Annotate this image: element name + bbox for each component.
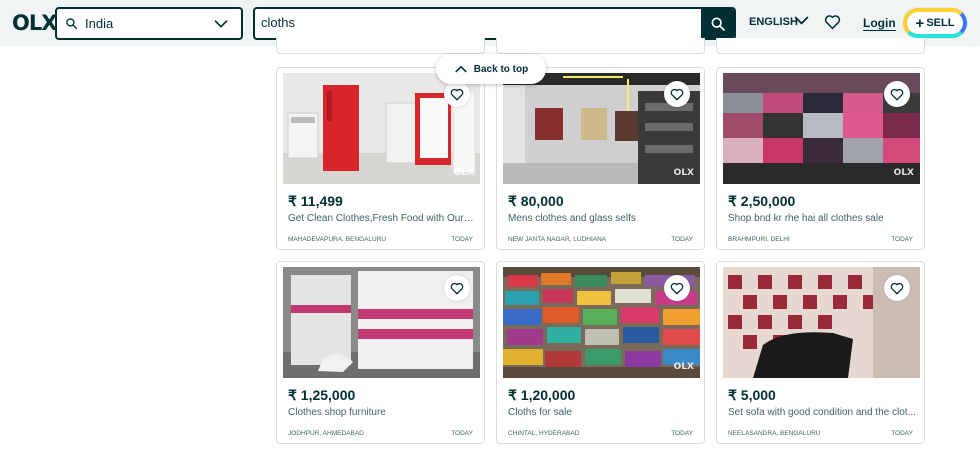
heart-icon <box>890 88 904 100</box>
listing-location: CHINTAL, HYDERABAD <box>508 430 580 437</box>
favorite-button[interactable] <box>884 275 910 301</box>
listing-date: TODAY <box>891 430 913 437</box>
location-selector[interactable]: India <box>55 7 243 40</box>
chevron-down-icon[interactable] <box>793 14 810 27</box>
chevron-up-icon <box>454 65 467 73</box>
favorite-button[interactable] <box>664 81 690 107</box>
language-selector[interactable]: ENGLISH <box>749 16 798 28</box>
favorite-button[interactable] <box>444 275 470 301</box>
favorite-button[interactable] <box>444 81 470 107</box>
heart-icon <box>670 88 684 100</box>
heart-icon[interactable] <box>824 14 841 30</box>
listing-date: TODAY <box>451 430 473 437</box>
search-input[interactable] <box>261 15 691 30</box>
search-icon <box>711 17 725 31</box>
listing-price: ₹ 5,000 <box>728 387 776 403</box>
listing-location: MAHADEVAPURA, BENGALURU <box>288 236 387 243</box>
listing-card[interactable]: OLX ₹ 11,499 Get Clean Clothes,Fresh Foo… <box>276 67 485 250</box>
back-to-top-label: Back to top <box>473 63 529 75</box>
previous-listing-card[interactable] <box>716 38 925 54</box>
login-link[interactable]: Login <box>863 16 896 30</box>
heart-icon <box>890 282 904 294</box>
listing-price: ₹ 80,000 <box>508 193 564 209</box>
olx-watermark: OLX <box>673 168 694 178</box>
favorite-button[interactable] <box>884 81 910 107</box>
listing-date: TODAY <box>891 236 913 243</box>
listing-location: NEW JANTA NAGAR, LUDHIANA <box>508 236 607 243</box>
location-value: India <box>85 16 114 31</box>
listing-date: TODAY <box>451 236 473 243</box>
listing-date: TODAY <box>671 430 693 437</box>
heart-icon <box>450 88 464 100</box>
listing-price: ₹ 1,25,000 <box>288 387 356 403</box>
listing-title[interactable]: Mens clothes and glass selfs <box>508 213 696 224</box>
search-button[interactable] <box>701 9 734 38</box>
listing-image[interactable]: OLX <box>283 73 480 184</box>
chevron-down-icon[interactable] <box>213 18 229 30</box>
listing-location: BRAHMPURI, DELHI <box>728 236 790 243</box>
listing-title[interactable]: Get Clean Clothes,Fresh Food with Our Re… <box>288 213 476 224</box>
listing-image[interactable]: OLX <box>503 73 700 184</box>
listing-price: ₹ 1,20,000 <box>508 387 576 403</box>
heart-icon <box>450 282 464 294</box>
search-bar <box>253 7 736 40</box>
olx-watermark: OLX <box>453 168 474 178</box>
sell-label: SELL <box>926 17 955 29</box>
plus-icon: + <box>915 14 925 32</box>
listing-title[interactable]: Shop bnd kr rhe hai all clothes sale <box>728 213 916 224</box>
listing-card[interactable]: OLX ₹ 80,000 Mens clothes and glass self… <box>496 67 705 250</box>
listing-image[interactable]: OLX <box>723 73 920 184</box>
heart-icon <box>670 282 684 294</box>
listing-card[interactable]: ₹ 1,25,000 Clothes shop furniture JODHPU… <box>276 261 485 444</box>
olx-watermark: OLX <box>893 168 914 178</box>
listing-card[interactable]: OLX ₹ 2,50,000 Shop bnd kr rhe hai all c… <box>716 67 925 250</box>
listing-title[interactable]: Cloths for sale <box>508 407 696 418</box>
back-to-top-button[interactable]: Back to top <box>436 54 546 84</box>
listing-card[interactable]: OLX ₹ 1,20,000 Cloths for sale CHINTAL, … <box>496 261 705 444</box>
sell-button[interactable]: + SELL <box>903 8 967 38</box>
search-icon <box>66 18 78 30</box>
olx-logo[interactable]: OLX <box>12 11 57 35</box>
listing-title[interactable]: Clothes shop furniture <box>288 407 476 418</box>
listing-price: ₹ 2,50,000 <box>728 193 796 209</box>
favorite-button[interactable] <box>664 275 690 301</box>
listing-image[interactable] <box>283 267 480 378</box>
listing-image[interactable]: OLX <box>503 267 700 378</box>
listing-price: ₹ 11,499 <box>288 193 343 209</box>
olx-watermark: OLX <box>673 362 694 372</box>
listing-location: NEELASANDRA, BENGALURU <box>728 430 821 437</box>
listing-date: TODAY <box>671 236 693 243</box>
previous-listing-card[interactable] <box>276 38 485 54</box>
listing-card[interactable]: ₹ 5,000 Set sofa with good condition and… <box>716 261 925 444</box>
listing-location: JODHPUR, AHMEDABAD <box>288 430 364 437</box>
listing-image[interactable] <box>723 267 920 378</box>
listing-title[interactable]: Set sofa with good condition and the clo… <box>728 407 916 418</box>
previous-listing-card[interactable] <box>496 38 705 54</box>
